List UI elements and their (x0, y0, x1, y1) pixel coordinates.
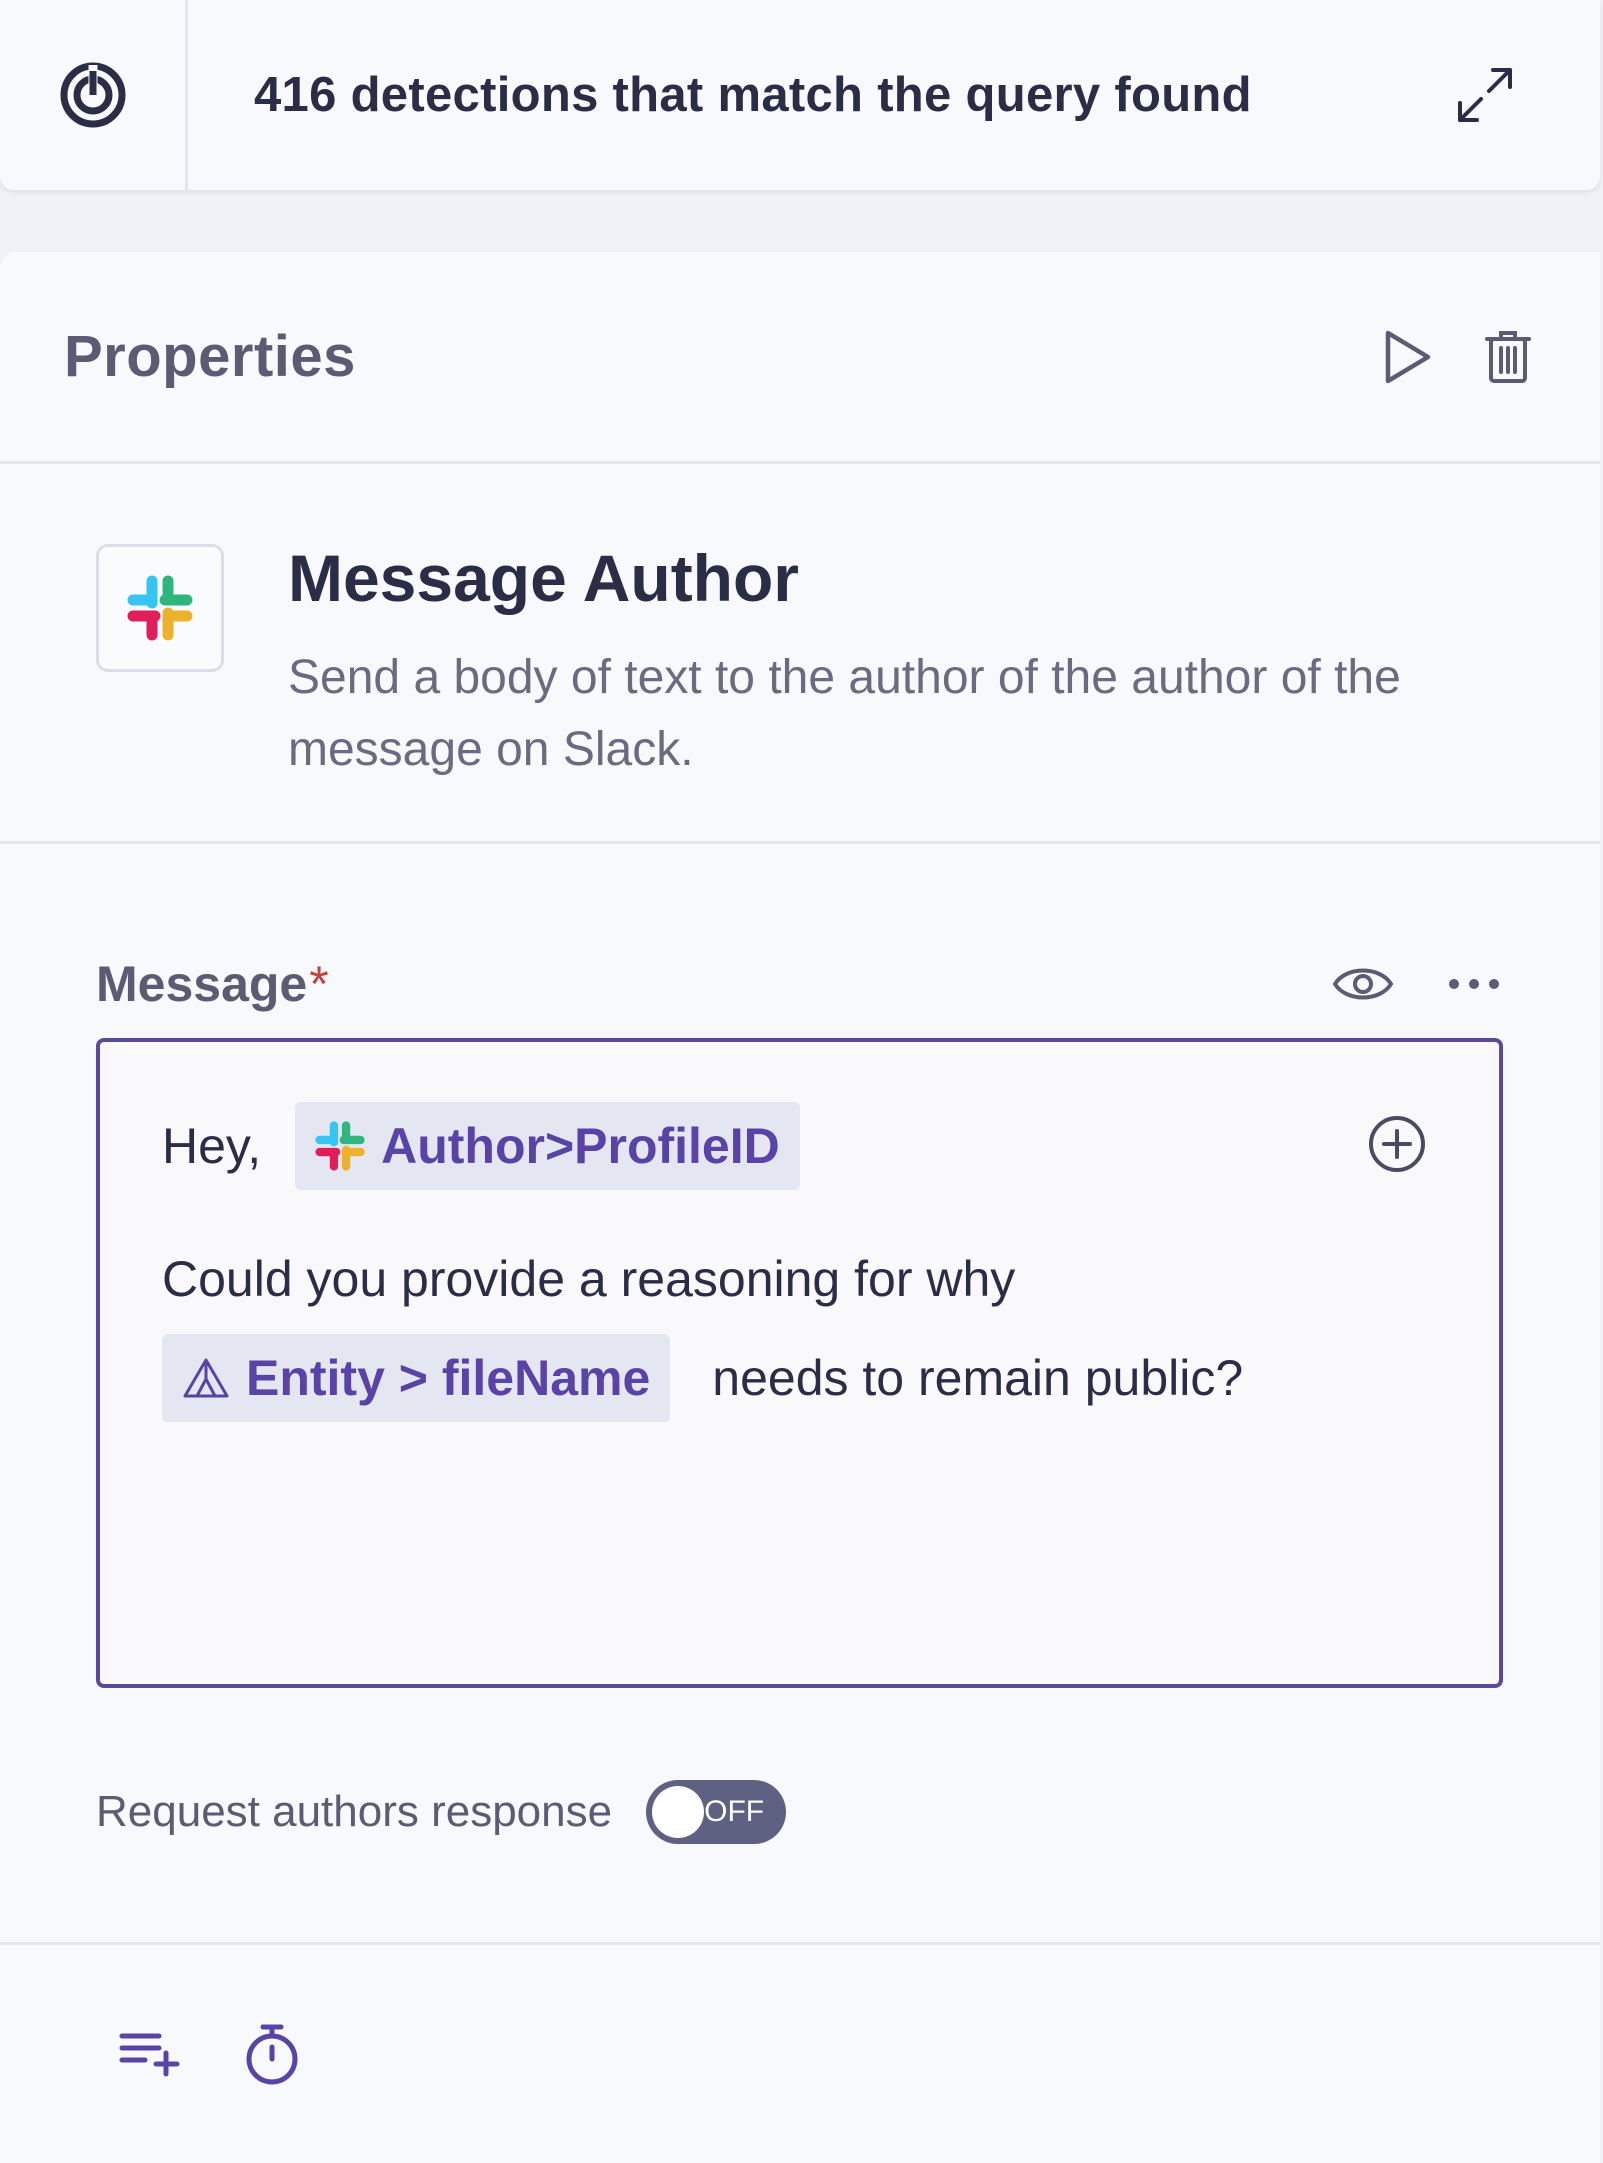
properties-panel: Properties Message Author Send a body of… (0, 252, 1600, 2163)
entity-chip-label: Entity > fileName (246, 1350, 651, 1406)
preview-button[interactable] (1308, 944, 1418, 1024)
properties-title: Properties (64, 324, 356, 389)
greeting-line: Hey, Author>ProfileID (162, 1102, 1437, 1190)
target-logo-icon (60, 62, 125, 128)
message-field-header: Message * (96, 944, 1504, 1024)
stopwatch-icon (246, 2024, 298, 2085)
delete-button[interactable] (1468, 317, 1548, 397)
request-response-label: Request authors response (96, 1787, 613, 1836)
app-root: 416 detections that match the query foun… (0, 0, 1603, 2163)
more-options-button[interactable] (1434, 944, 1514, 1024)
entity-variable-chip[interactable]: Entity > fileName (162, 1334, 671, 1422)
play-icon (1385, 330, 1431, 383)
properties-header: Properties (0, 252, 1600, 464)
trash-icon (1485, 330, 1531, 383)
run-button[interactable] (1368, 317, 1448, 397)
slack-icon (315, 1121, 365, 1171)
entity-line: Entity > fileName needs to remain public… (162, 1334, 1437, 1422)
author-chip-label: Author>ProfileID (381, 1118, 780, 1174)
message-label: Message (96, 956, 308, 1012)
action-description: Send a body of text to the author of the… (288, 651, 1401, 776)
request-response-toggle[interactable]: OFF (646, 1780, 787, 1844)
timer-button[interactable] (232, 2014, 312, 2094)
expand-icon (1458, 68, 1512, 122)
entity-triangle-icon (183, 1358, 229, 1398)
app-tile (96, 544, 224, 672)
toggle-state: OFF (704, 1795, 765, 1828)
message-editor[interactable]: Hey, Author>ProfileID Could you provide … (96, 1038, 1503, 1688)
author-variable-chip[interactable]: Author>ProfileID (295, 1102, 800, 1190)
after-entity-text: needs to remain public? (712, 1350, 1244, 1406)
expand-button[interactable] (1430, 40, 1540, 150)
panel-footer (0, 1942, 1600, 2163)
add-list-button[interactable] (110, 2014, 190, 2094)
detections-title: 416 detections that match the query foun… (254, 68, 1252, 122)
more-horizontal-icon (1449, 979, 1499, 989)
request-response-row: Request authors response OFF (96, 1780, 1504, 1844)
add-list-icon (119, 2033, 180, 2077)
action-title: Message Author (288, 541, 799, 615)
greeting-text: Hey, (162, 1118, 262, 1174)
body-text: Could you provide a reasoning for why (162, 1251, 1016, 1307)
insert-variable-button[interactable] (1357, 1104, 1437, 1184)
action-info: Message Author Send a body of text to th… (0, 464, 1600, 844)
plus-circle-icon (1369, 1116, 1425, 1172)
eye-icon (1332, 968, 1394, 1000)
toggle-knob (652, 1786, 705, 1838)
detections-bar: 416 detections that match the query foun… (0, 0, 1600, 190)
message-field-area: Message * Hey, Author>ProfileID Could yo… (0, 944, 1600, 1844)
body-line: Could you provide a reasoning for why (162, 1250, 1437, 1308)
slack-icon (127, 575, 193, 641)
required-marker: * (309, 956, 329, 1012)
logo-cell (0, 0, 188, 190)
action-text: Message Author Send a body of text to th… (288, 541, 1518, 841)
